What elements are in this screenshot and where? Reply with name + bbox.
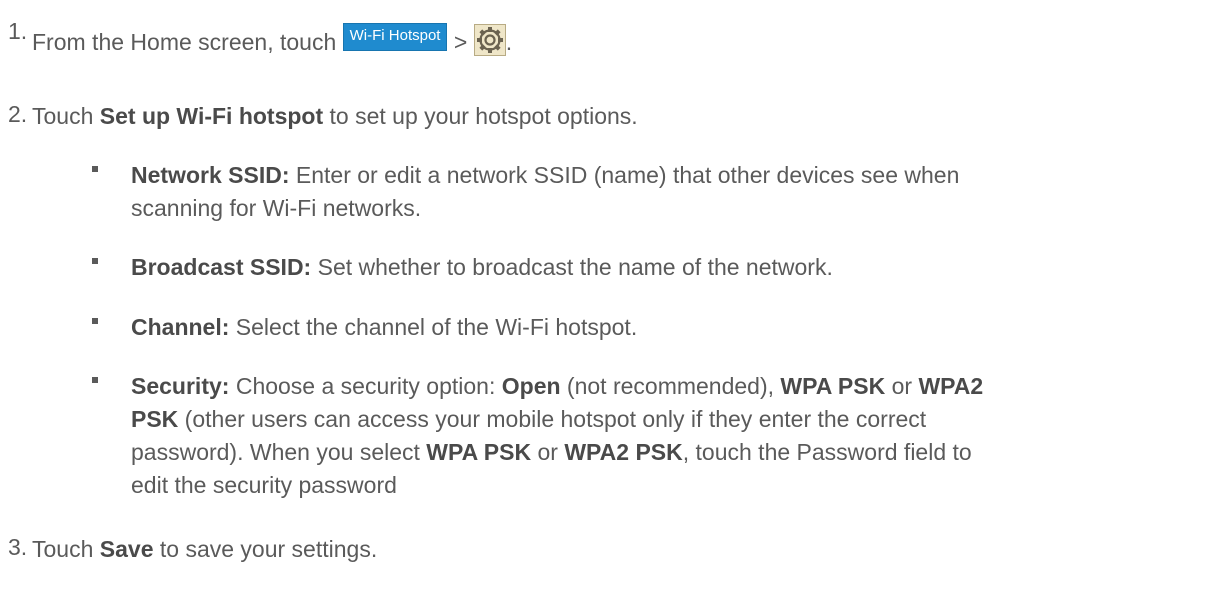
security-open: Open (501, 373, 561, 399)
step-2-bold: Set up Wi-Fi hotspot (99, 103, 324, 129)
step-3-bold: Save (99, 536, 154, 562)
step-2-text: Touch Set up Wi-Fi hotspot to set up you… (32, 101, 638, 131)
security-desc-a: Choose a security option: (229, 373, 502, 399)
bullet-security (92, 379, 98, 389)
step-2-trail: to set up your hotspot options. (323, 103, 638, 129)
bullet-broadcast-ssid (92, 260, 98, 270)
step-1-trail: . (505, 29, 513, 55)
security-wpa2-b: WPA2 PSK (564, 439, 683, 465)
security-desc-f: or (531, 439, 565, 465)
option-broadcast-ssid: Broadcast SSID: Set whether to broadcast… (131, 252, 833, 282)
step-1-separator: > (453, 29, 468, 55)
security-desc-e: password). When you select (131, 439, 427, 465)
step-3-lead: Touch (32, 536, 100, 562)
instructions-page: 1. From the Home screen, touch Wi-Fi Hot… (0, 0, 1207, 596)
step-2-lead: Touch (32, 103, 100, 129)
step-1-number: 1. (8, 18, 28, 44)
security-wpa-b: WPA PSK (426, 439, 532, 465)
step-3-trail: to save your settings. (153, 536, 378, 562)
security-wpa2: WPA2 (918, 373, 984, 399)
broadcast-ssid-desc: Set whether to broadcast the name of the… (311, 254, 833, 280)
security-desc-c: or (885, 373, 919, 399)
security-line-3: password). When you select WPA PSK or WP… (131, 437, 972, 467)
security-wpa: WPA PSK (780, 373, 886, 399)
step-1-lead: From the Home screen, touch (32, 29, 337, 55)
bullet-network-ssid (92, 168, 98, 178)
security-desc-g: , touch the Password field to (682, 439, 972, 465)
gear-icon (473, 24, 506, 56)
broadcast-ssid-term: Broadcast SSID: (131, 254, 312, 280)
wifi-hotspot-button: Wi-Fi Hotspot (342, 23, 448, 51)
network-ssid-term: Network SSID: (131, 162, 290, 188)
bullet-channel (92, 320, 98, 330)
network-ssid-desc-cont: scanning for Wi-Fi networks. (131, 195, 422, 221)
step-3-number: 3. (8, 534, 28, 560)
option-security: Security: Choose a security option: Open… (131, 371, 983, 401)
step-3-text: Touch Save to save your settings. (32, 534, 377, 564)
channel-term: Channel: (131, 314, 230, 340)
channel-desc: Select the channel of the Wi-Fi hotspot. (229, 314, 638, 340)
step-1-text: From the Home screen, touch Wi-Fi Hotspo… (32, 18, 512, 61)
step-2-number: 2. (8, 101, 28, 127)
security-psk: PSK (131, 406, 179, 432)
security-term: Security: (131, 373, 230, 399)
security-desc-d: (other users can access your mobile hots… (178, 406, 927, 432)
option-network-ssid: Network SSID: Enter or edit a network SS… (131, 160, 959, 190)
security-desc-b: (not recommended), (560, 373, 781, 399)
option-channel: Channel: Select the channel of the Wi-Fi… (131, 312, 637, 342)
network-ssid-desc: Enter or edit a network SSID (name) that… (289, 162, 960, 188)
security-line-4: edit the security password (131, 472, 397, 498)
security-line-2: PSK (other users can access your mobile … (131, 404, 926, 434)
